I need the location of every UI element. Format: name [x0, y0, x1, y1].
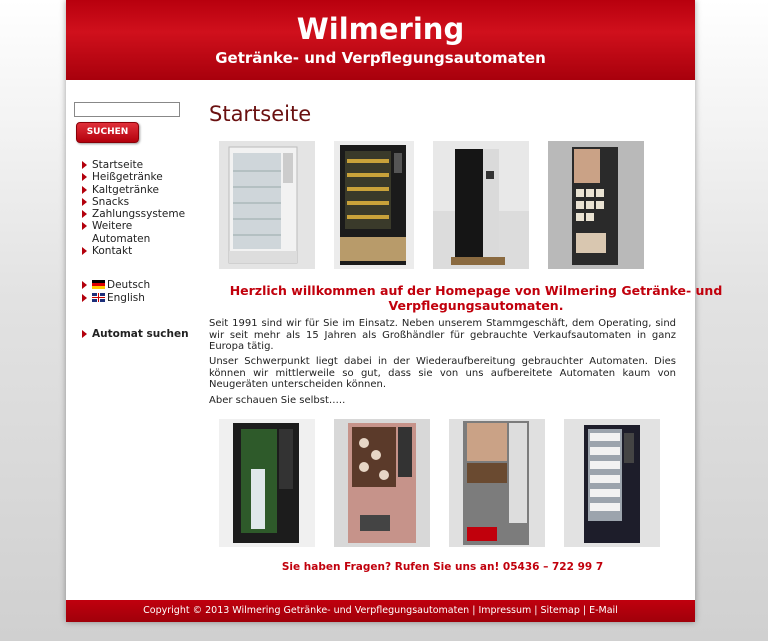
vending-machine-photo-5[interactable]	[219, 419, 315, 547]
contact-callout: Sie haben Fragen? Rufen Sie uns an! 0543…	[281, 561, 604, 573]
sidebar-item-weitere-automaten[interactable]: Weitere Automaten	[82, 220, 162, 245]
vending-machine-photo-6[interactable]	[334, 419, 430, 547]
search-button[interactable]: SUCHEN	[76, 122, 139, 143]
automat-finder: Automat suchen	[82, 328, 189, 340]
focus-paragraph: Unser Schwerpunkt liegt dabei in der Wie…	[209, 356, 676, 390]
site-brand[interactable]: Wilmering	[66, 12, 695, 46]
page-title: Startseite	[209, 102, 312, 126]
footer-link-email[interactable]: E-Mail	[589, 605, 618, 616]
sidebar-nav: Startseite Heißgetränke Kaltgetränke Sna…	[82, 159, 192, 257]
vending-machine-photo-2[interactable]	[334, 141, 414, 269]
footer-copyright: Copyright © 2013 Wilmering Getränke- und…	[143, 605, 470, 616]
language-deutsch[interactable]: Deutsch	[82, 279, 150, 292]
intro-paragraph: Seit 1991 sind wir für Sie im Einsatz. N…	[209, 318, 676, 352]
site-footer: Copyright © 2013 Wilmering Getränke- und…	[66, 600, 695, 622]
page-container: Wilmering Getränke- und Verpflegungsauto…	[66, 0, 722, 622]
welcome-heading: Herzlich willkommen auf der Homepage von…	[229, 283, 723, 313]
see-for-yourself-text: Aber schauen Sie selbst…..	[209, 395, 346, 406]
automat-suchen-link[interactable]: Automat suchen	[82, 328, 189, 340]
language-switcher: Deutsch English	[82, 279, 150, 305]
site-tagline: Getränke- und Verpflegungsautomaten	[215, 49, 546, 67]
site-header: Wilmering Getränke- und Verpflegungsauto…	[66, 0, 695, 80]
sidebar-item-kontakt[interactable]: Kontakt	[82, 245, 192, 257]
vending-machine-photo-1[interactable]	[219, 141, 315, 269]
language-english[interactable]: English	[82, 292, 150, 305]
language-label: English	[107, 292, 145, 304]
sidebar-item-heissgetraenke[interactable]: Heißgetränke	[82, 171, 192, 183]
sidebar-item-snacks[interactable]: Snacks	[82, 196, 192, 208]
vending-machine-photo-7[interactable]	[449, 419, 545, 547]
vending-machine-photo-8[interactable]	[564, 419, 660, 547]
footer-link-impressum[interactable]: Impressum	[478, 605, 531, 616]
sidebar-item-kaltgetraenke[interactable]: Kaltgetränke	[82, 184, 192, 196]
footer-link-sitemap[interactable]: Sitemap	[541, 605, 580, 616]
sidebar-item-startseite[interactable]: Startseite	[82, 159, 192, 171]
search-input[interactable]	[74, 102, 180, 117]
vending-machine-photo-3[interactable]	[433, 141, 529, 269]
language-label: Deutsch	[107, 279, 151, 291]
vending-machine-photo-4[interactable]	[548, 141, 644, 269]
sidebar-item-zahlungssysteme[interactable]: Zahlungssysteme	[82, 208, 192, 220]
uk-flag-icon	[92, 293, 105, 302]
german-flag-icon	[92, 280, 105, 289]
